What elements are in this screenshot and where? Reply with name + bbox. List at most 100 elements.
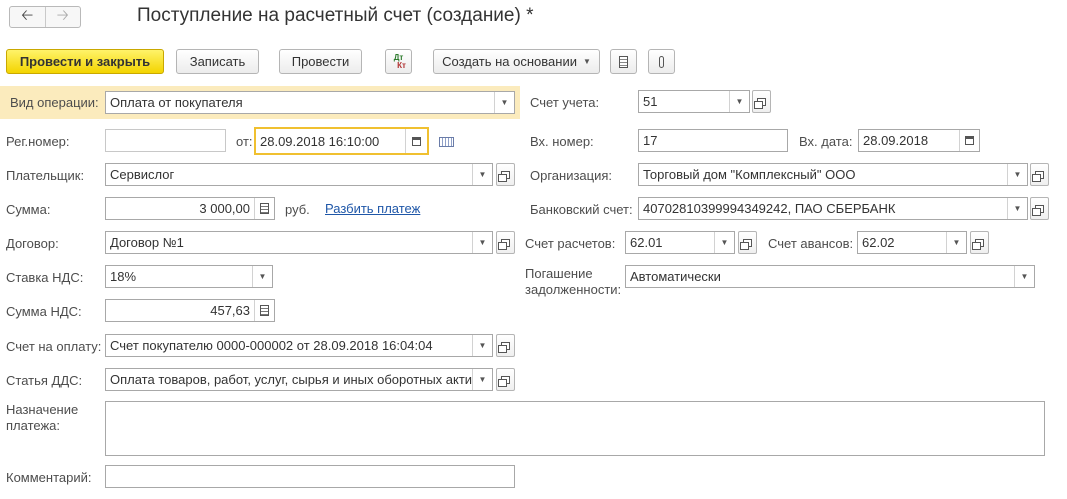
- currency-label: руб.: [285, 202, 310, 217]
- nav-buttons: 🡠 🡢: [9, 6, 81, 28]
- operation-type-select[interactable]: Оплата от покупателя ▼: [105, 91, 515, 114]
- calculator-icon: [260, 305, 269, 316]
- open-payer-button[interactable]: [496, 163, 515, 186]
- calculator-button[interactable]: [254, 300, 274, 321]
- calendar-icon: [965, 136, 974, 145]
- open-advance-account-button[interactable]: [970, 231, 989, 254]
- comment-value: [106, 466, 514, 487]
- save-button[interactable]: Записать: [176, 49, 259, 74]
- dropdown-icon[interactable]: ▼: [1007, 164, 1027, 185]
- open-icon: [498, 170, 510, 182]
- open-icon: [498, 341, 510, 353]
- payer-value: Сервислог: [110, 167, 175, 182]
- open-icon: [754, 97, 766, 109]
- account-value: 51: [643, 94, 658, 109]
- open-contract-button[interactable]: [496, 231, 515, 254]
- cashflow-item-label: Статья ДДС:: [6, 373, 83, 388]
- in-date-input[interactable]: 28.09.2018: [858, 129, 980, 152]
- open-bank-account-button[interactable]: [1030, 197, 1049, 220]
- calculator-button[interactable]: [254, 198, 274, 219]
- organization-value: Торговый дом "Комплексный" ООО: [643, 167, 856, 182]
- operation-type-label: Вид операции:: [10, 95, 99, 110]
- bank-account-label: Банковский счет:: [530, 202, 633, 217]
- invoice-label: Счет на оплату:: [6, 339, 102, 354]
- dropdown-icon[interactable]: ▼: [472, 369, 492, 390]
- create-based-on-label: Создать на основании: [442, 54, 577, 69]
- forward-arrow-icon[interactable]: 🡢: [44, 7, 81, 27]
- contract-select[interactable]: Договор №1 ▼: [105, 231, 493, 254]
- dt-kt-button[interactable]: Дт Кт: [385, 49, 412, 74]
- split-payment-link[interactable]: Разбить платеж: [325, 201, 420, 216]
- repayment-label-line2: задолженности:: [525, 282, 622, 297]
- reg-number-input[interactable]: [105, 129, 226, 152]
- in-date-label: Вх. дата:: [799, 134, 853, 149]
- dropdown-icon[interactable]: ▼: [472, 164, 492, 185]
- open-icon: [1032, 170, 1044, 182]
- dropdown-icon[interactable]: ▼: [946, 232, 966, 253]
- open-account-button[interactable]: [752, 90, 771, 113]
- create-based-on-button[interactable]: Создать на основании ▼: [433, 49, 600, 74]
- payer-label: Плательщик:: [6, 168, 85, 183]
- amount-label: Сумма:: [6, 202, 51, 217]
- open-organization-button[interactable]: [1030, 163, 1049, 186]
- bank-account-value: 40702810399994349242, ПАО СБЕРБАНК: [643, 201, 896, 216]
- dropdown-icon[interactable]: ▼: [729, 91, 749, 112]
- caret-down-icon: ▼: [582, 57, 591, 66]
- dropdown-icon[interactable]: ▼: [472, 335, 492, 356]
- open-settlement-account-button[interactable]: [738, 231, 757, 254]
- vat-amount-input[interactable]: 457,63: [105, 299, 275, 322]
- repayment-select[interactable]: Автоматически ▼: [625, 265, 1035, 288]
- contract-value: Договор №1: [110, 235, 184, 250]
- dropdown-icon[interactable]: ▼: [494, 92, 514, 113]
- settlement-account-select[interactable]: 62.01 ▼: [625, 231, 735, 254]
- date-value: 28.09.2018 16:10:00: [260, 134, 380, 149]
- invoice-select[interactable]: Счет покупателю 0000-000002 от 28.09.201…: [105, 334, 493, 357]
- account-select[interactable]: 51 ▼: [638, 90, 750, 113]
- dropdown-icon[interactable]: ▼: [252, 266, 272, 287]
- advance-account-select[interactable]: 62.02 ▼: [857, 231, 967, 254]
- open-invoice-button[interactable]: [496, 334, 515, 357]
- payer-select[interactable]: Сервислог ▼: [105, 163, 493, 186]
- in-number-value: 17: [643, 133, 658, 148]
- settlement-account-label: Счет расчетов:: [525, 236, 616, 251]
- document-icon: [619, 55, 628, 68]
- open-icon: [972, 238, 984, 250]
- dropdown-icon[interactable]: ▼: [472, 232, 492, 253]
- repayment-value: Автоматически: [630, 269, 721, 284]
- comment-label: Комментарий:: [6, 470, 92, 485]
- amount-input[interactable]: 3 000,00: [105, 197, 275, 220]
- organization-select[interactable]: Торговый дом "Комплексный" ООО ▼: [638, 163, 1028, 186]
- post-and-close-button[interactable]: Провести и закрыть: [6, 49, 164, 74]
- open-icon: [740, 238, 752, 250]
- operation-type-value: Оплата от покупателя: [110, 95, 243, 110]
- repayment-label-line1: Погашение: [525, 266, 593, 281]
- settlement-account-value: 62.01: [630, 235, 663, 250]
- attach-button[interactable]: [648, 49, 675, 74]
- dt-kt-icon-bottom: Кт: [397, 60, 406, 70]
- bank-account-select[interactable]: 40702810399994349242, ПАО СБЕРБАНК ▼: [638, 197, 1028, 220]
- vat-rate-label: Ставка НДС:: [6, 270, 84, 285]
- invoice-value: Счет покупателю 0000-000002 от 28.09.201…: [110, 338, 433, 353]
- organization-label: Организация:: [530, 168, 613, 183]
- reg-number-label: Рег.номер:: [6, 134, 70, 149]
- cashflow-item-select[interactable]: Оплата товаров, работ, услуг, сырья и ин…: [105, 368, 493, 391]
- comment-input[interactable]: [105, 465, 515, 488]
- reg-number-value: [106, 130, 225, 151]
- advance-account-label: Счет авансов:: [768, 236, 854, 251]
- dropdown-icon[interactable]: ▼: [714, 232, 734, 253]
- calendar-button[interactable]: [405, 129, 427, 153]
- purpose-textarea[interactable]: [105, 401, 1045, 456]
- calendar-button[interactable]: [959, 130, 979, 151]
- open-cashflow-item-button[interactable]: [496, 368, 515, 391]
- report-button[interactable]: [610, 49, 637, 74]
- date-input[interactable]: 28.09.2018 16:10:00: [254, 127, 429, 155]
- dropdown-icon[interactable]: ▼: [1014, 266, 1034, 287]
- post-button[interactable]: Провести: [279, 49, 362, 74]
- back-arrow-icon[interactable]: 🡠: [10, 7, 45, 27]
- vat-rate-select[interactable]: 18% ▼: [105, 265, 273, 288]
- in-number-input[interactable]: 17: [638, 129, 788, 152]
- calculator-icon: [260, 203, 269, 214]
- account-label: Счет учета:: [530, 95, 600, 110]
- keyboard-icon[interactable]: [439, 137, 454, 147]
- dropdown-icon[interactable]: ▼: [1007, 198, 1027, 219]
